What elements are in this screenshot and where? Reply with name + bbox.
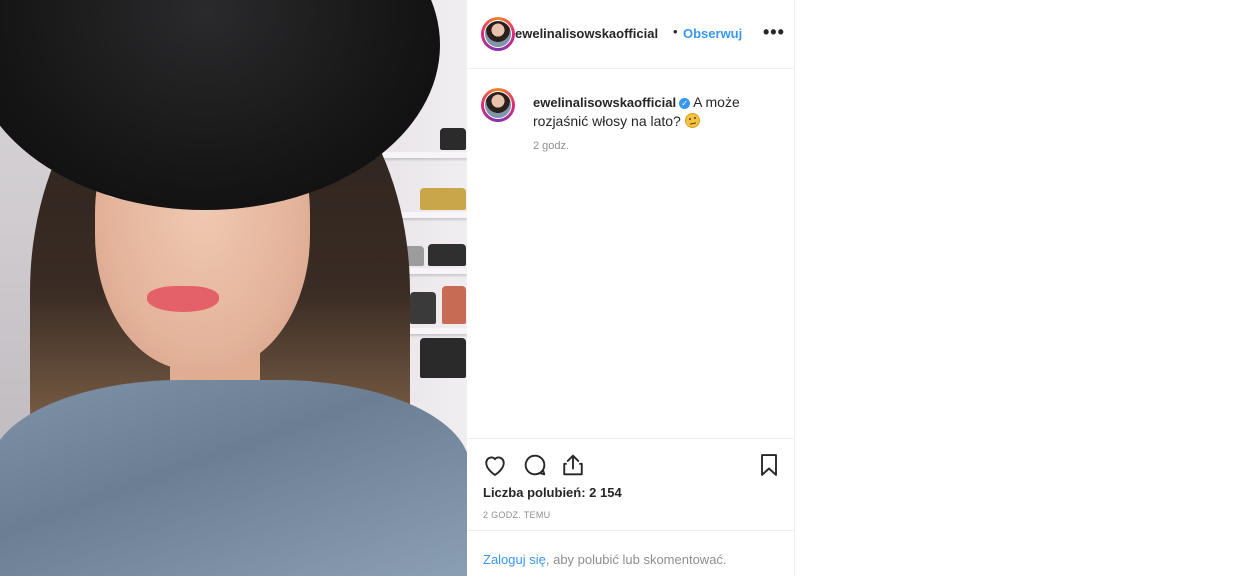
post-timestamp[interactable]: 2 GODZ. TEMU	[483, 510, 550, 520]
post-actions: Liczba polubień: 2 154 2 GODZ. TEMU	[467, 438, 794, 531]
separator-dot: •	[673, 24, 678, 39]
handbag	[428, 244, 466, 266]
likes-count[interactable]: Liczba polubień: 2 154	[483, 485, 622, 500]
login-link[interactable]: Zaloguj się	[483, 552, 546, 567]
avatar-image	[484, 91, 512, 119]
post-panel: ewelinalisowskaofficial • Obserwuj ••• e…	[467, 0, 795, 576]
comment-bubble-icon[interactable]	[521, 451, 549, 479]
handbag	[442, 286, 466, 324]
handbag	[420, 188, 466, 210]
bookmark-icon[interactable]	[755, 451, 783, 479]
share-icon[interactable]	[559, 451, 587, 479]
caption-avatar[interactable]	[481, 88, 515, 122]
thinking-face-emoji-icon	[684, 113, 700, 128]
heart-icon[interactable]	[481, 451, 509, 479]
handbag	[410, 292, 436, 324]
handbag	[440, 128, 466, 150]
login-prompt-text: Zaloguj się, aby polubić lub skomentować…	[483, 552, 727, 567]
post-header: ewelinalisowskaofficial • Obserwuj •••	[467, 0, 794, 69]
caption-timestamp[interactable]: 2 godz.	[533, 140, 569, 152]
avatar-image	[484, 20, 512, 48]
header-username[interactable]: ewelinalisowskaofficial	[515, 26, 658, 41]
login-rest-text: , aby polubić lub skomentować.	[545, 552, 727, 567]
avatar[interactable]	[481, 17, 515, 51]
caption-username[interactable]: ewelinalisowskaofficial	[533, 95, 676, 110]
login-prompt: Zaloguj się, aby polubić lub skomentować…	[467, 530, 794, 577]
handbag	[420, 338, 466, 378]
more-options-icon[interactable]: •••	[763, 22, 785, 43]
caption-text-block: ewelinalisowskaofficial ✓ A może rozjaśnić…	[533, 93, 778, 130]
verified-badge-icon: ✓	[679, 98, 691, 109]
lips	[147, 286, 219, 312]
follow-button[interactable]: Obserwuj	[683, 26, 742, 41]
denim-jacket	[0, 380, 467, 576]
post-photo[interactable]	[0, 0, 467, 576]
